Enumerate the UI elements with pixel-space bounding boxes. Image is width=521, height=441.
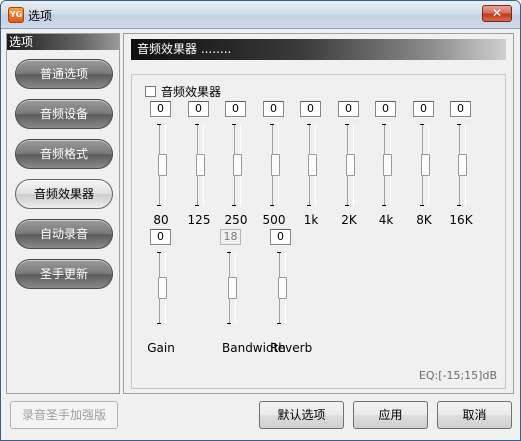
eq-band-1-slider-tick-bottom: [195, 205, 199, 206]
effect-1-label: Bandwidth: [222, 341, 286, 355]
eq-band-6-slider-tick-bottom: [382, 205, 386, 206]
effect-0-slider[interactable]: [157, 252, 168, 324]
sidebar-header: 选项: [7, 34, 119, 50]
eq-band-6-value[interactable]: 0: [375, 101, 396, 117]
default-options-button[interactable]: 默认选项: [259, 401, 344, 429]
effect-1-value[interactable]: 18: [220, 229, 241, 245]
eq-band-2-slider-tick-top: [232, 124, 236, 125]
section-header: 音频效果器 ........: [131, 39, 506, 60]
eq-band-1-label: 125: [187, 213, 211, 227]
eq-band-1-slider-tick-top: [195, 124, 199, 125]
eq-band-2-slider-thumb[interactable]: [233, 154, 242, 176]
eq-band-1-slider[interactable]: [195, 124, 206, 206]
sidebar-item-general[interactable]: 普通选项: [15, 59, 113, 89]
effect-0-slider-tick-bottom: [157, 323, 161, 324]
eq-band-3-value[interactable]: 0: [263, 101, 284, 117]
eq-band-8-slider-thumb[interactable]: [458, 154, 467, 176]
effect-1-slider-tick-bottom: [227, 323, 231, 324]
sidebar-item-audio-effects[interactable]: 音频效果器: [15, 179, 113, 209]
effect-1-slider-tick-top: [227, 252, 231, 253]
eq-band-5-slider-tick-bottom: [345, 205, 349, 206]
eq-band-1-slider-thumb[interactable]: [196, 154, 205, 176]
eq-band-5-slider-thumb[interactable]: [346, 154, 355, 176]
close-button[interactable]: ✕: [482, 5, 512, 22]
sidebar-item-auto-record[interactable]: 自动录音: [15, 219, 113, 249]
eq-band-8-value[interactable]: 0: [450, 101, 471, 117]
eq-band-6-slider-tick-top: [382, 124, 386, 125]
effect-0-slider-thumb[interactable]: [158, 277, 167, 299]
sidebar-item-update[interactable]: 圣手更新: [15, 259, 113, 289]
eq-band-0-slider-tick-bottom: [157, 205, 161, 206]
eq-band-5-label: 2K: [341, 213, 357, 227]
eq-band-7-slider-tick-bottom: [420, 205, 424, 206]
eq-band-3-slider-thumb[interactable]: [271, 154, 280, 176]
cancel-button[interactable]: 取消: [437, 401, 512, 429]
eq-band-2-value[interactable]: 0: [225, 101, 246, 117]
effect-2-label: Reverb: [270, 341, 313, 355]
effect-0-value[interactable]: 0: [150, 229, 171, 245]
eq-range-label: EQ:[-15;15]dB: [418, 369, 497, 382]
eq-band-6-slider-thumb[interactable]: [383, 154, 392, 176]
eq-band-3-slider[interactable]: [270, 124, 281, 206]
sidebar: 选项 普通选项 音频设备 音频格式 音频效果器 自动录音 圣手更新: [6, 33, 120, 394]
sidebar-item-audio-format[interactable]: 音频格式: [15, 139, 113, 169]
audio-effects-checkbox-label: 音频效果器: [161, 85, 222, 99]
eq-band-2-label: 250: [224, 213, 248, 227]
eq-band-4-slider-thumb[interactable]: [308, 154, 317, 176]
eq-band-7-slider-tick-top: [420, 124, 424, 125]
effect-1-slider-thumb[interactable]: [228, 277, 237, 299]
audio-effects-group: 音频效果器 0 80 0 125 0 250 0 500 0 1k 0 2K 0 4k 0 8K 0 16K 0 Ga…: [131, 74, 506, 389]
window-title: 选项: [28, 9, 53, 23]
eq-band-0-slider[interactable]: [157, 124, 168, 206]
effect-2-value[interactable]: 0: [270, 229, 291, 245]
effect-2-slider-thumb[interactable]: [278, 277, 287, 299]
effect-2-slider-tick-top: [277, 252, 281, 253]
effect-1-slider[interactable]: [227, 252, 238, 324]
effect-2-slider-tick-bottom: [277, 323, 281, 324]
eq-band-4-slider-tick-top: [307, 124, 311, 125]
eq-band-7-label: 8K: [416, 213, 432, 227]
eq-band-0-slider-thumb[interactable]: [158, 154, 167, 176]
eq-band-8-slider-tick-top: [457, 124, 461, 125]
sidebar-item-audio-device[interactable]: 音频设备: [15, 99, 113, 129]
eq-band-7-slider[interactable]: [420, 124, 431, 206]
eq-band-4-value[interactable]: 0: [300, 101, 321, 117]
app-icon: YG: [8, 7, 24, 23]
audio-effects-checkbox[interactable]: [145, 86, 156, 97]
eq-band-5-slider[interactable]: [345, 124, 356, 206]
eq-band-6-label: 4k: [378, 213, 394, 227]
eq-band-3-slider-tick-bottom: [270, 205, 274, 206]
eq-band-4-slider[interactable]: [307, 124, 318, 206]
eq-band-4-label: 1k: [303, 213, 319, 227]
eq-band-8-label: 16K: [449, 213, 473, 227]
effect-0-slider-tick-top: [157, 252, 161, 253]
apply-button[interactable]: 应用: [353, 401, 428, 429]
title-bar[interactable]: YG 选项 ✕: [1, 1, 520, 29]
eq-band-3-label: 500: [262, 213, 286, 227]
eq-band-4-slider-tick-bottom: [307, 205, 311, 206]
eq-band-7-slider-thumb[interactable]: [421, 154, 430, 176]
settings-panel: 音频效果器 ........ 音频效果器 0 80 0 125 0 250 0 500 0 1k 0…: [123, 33, 514, 394]
eq-band-8-slider[interactable]: [457, 124, 468, 206]
eq-band-0-label: 80: [153, 213, 169, 227]
options-dialog: YG 选项 ✕ 选项 普通选项 音频设备 音频格式 音频效果器 自动录音 圣手更…: [0, 0, 521, 441]
eq-band-8-slider-tick-bottom: [457, 205, 461, 206]
audio-effects-toggle[interactable]: 音频效果器: [143, 83, 224, 100]
eq-band-2-slider-tick-bottom: [232, 205, 236, 206]
eq-band-5-value[interactable]: 0: [338, 101, 359, 117]
eq-band-0-slider-tick-top: [157, 124, 161, 125]
eq-band-0-value[interactable]: 0: [150, 101, 171, 117]
eq-band-7-value[interactable]: 0: [413, 101, 434, 117]
effect-2-slider[interactable]: [277, 252, 288, 324]
upgrade-button[interactable]: 录音圣手加强版: [10, 401, 118, 429]
effect-0-label: Gain: [147, 341, 175, 355]
eq-band-3-slider-tick-top: [270, 124, 274, 125]
eq-band-2-slider[interactable]: [232, 124, 243, 206]
eq-band-1-value[interactable]: 0: [188, 101, 209, 117]
eq-band-6-slider[interactable]: [382, 124, 393, 206]
eq-band-5-slider-tick-top: [345, 124, 349, 125]
